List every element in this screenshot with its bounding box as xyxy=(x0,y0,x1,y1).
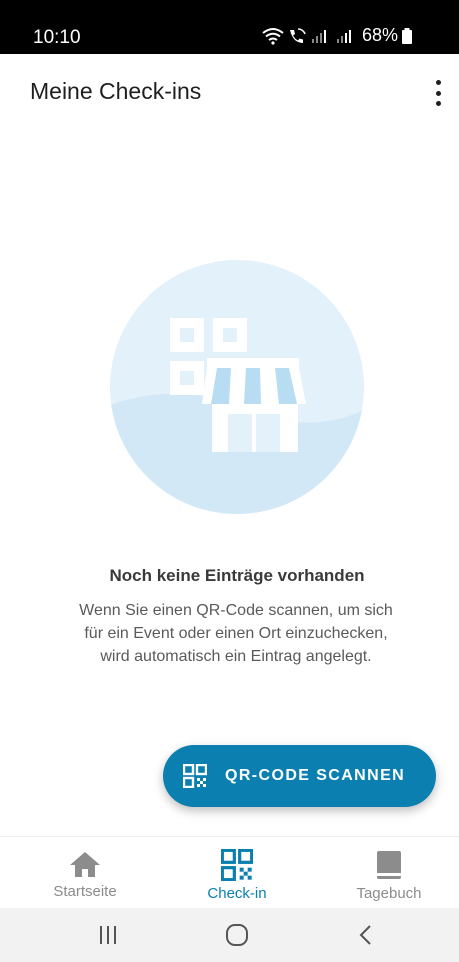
qr-code-icon xyxy=(183,764,207,788)
app-bar: Meine Check-ins xyxy=(0,54,459,128)
signal-icon xyxy=(312,29,326,43)
back-icon xyxy=(359,925,371,945)
page-title: Meine Check-ins xyxy=(30,78,202,104)
system-home-button[interactable] xyxy=(197,908,277,962)
more-vert-icon[interactable] xyxy=(424,78,452,108)
status-indicators: 68% xyxy=(262,25,413,46)
home-icon xyxy=(70,852,100,877)
scan-qr-code-button[interactable]: QR-CODE SCANNEN xyxy=(163,745,436,807)
system-navigation-bar xyxy=(0,908,459,962)
nav-label-startseite: Startseite xyxy=(53,883,117,900)
nav-item-check-in[interactable]: Check-in xyxy=(172,837,302,909)
scan-qr-code-label: QR-CODE SCANNEN xyxy=(225,767,406,784)
battery-icon xyxy=(402,27,413,44)
wifi-call-icon xyxy=(290,27,306,43)
signal-icon-2 xyxy=(337,29,351,43)
book-icon xyxy=(377,851,401,879)
nav-item-startseite[interactable]: Startseite xyxy=(20,837,150,909)
empty-state-description: Wenn Sie einen QR-Code scannen, um sich … xyxy=(79,602,393,665)
qr-code-icon xyxy=(221,849,253,881)
nav-label-tagebuch: Tagebuch xyxy=(356,885,422,902)
empty-state-title: Noch keine Einträge vorhanden xyxy=(109,566,365,585)
status-time: 10:10 xyxy=(33,27,81,48)
system-home-icon xyxy=(226,924,248,946)
storefront-qr-illustration xyxy=(110,260,364,514)
nav-item-tagebuch[interactable]: Tagebuch xyxy=(324,837,454,909)
nav-label-check-in: Check-in xyxy=(207,885,267,902)
wifi-icon xyxy=(262,27,284,45)
bottom-navigation: Startseite Check-in Tagebuch xyxy=(0,836,459,908)
back-button[interactable] xyxy=(326,908,406,962)
status-bar: 10:10 68% xyxy=(0,0,459,54)
recents-icon xyxy=(100,926,116,944)
battery-percent: 68% xyxy=(362,25,399,45)
recents-button[interactable] xyxy=(68,908,148,962)
